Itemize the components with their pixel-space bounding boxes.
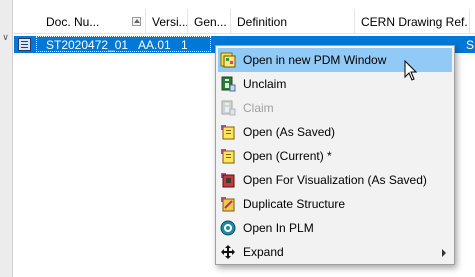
column-header-generation[interactable]: Gen... — [188, 9, 231, 33]
pdm-window-icon — [220, 52, 236, 68]
chevron-down-icon[interactable]: ∨ — [0, 31, 11, 45]
column-header-version[interactable]: Versi... — [146, 9, 188, 33]
plm-icon — [220, 220, 236, 236]
menu-item-open-in-plm[interactable]: Open In PLM — [218, 216, 452, 240]
menu-item-expand[interactable]: Expand — [218, 240, 452, 264]
menu-item-open-for-visualization[interactable]: Open For Visualization (As Saved) — [218, 168, 452, 192]
open-visualization-icon — [221, 173, 235, 188]
cell-extra: S — [466, 38, 475, 52]
column-header-definition[interactable]: Definition — [231, 9, 355, 33]
menu-item-duplicate-structure[interactable]: Duplicate Structure — [218, 192, 452, 216]
menu-item-label: Open For Visualization (As Saved) — [243, 173, 427, 187]
menu-item-claim[interactable]: Claim — [218, 96, 452, 120]
cell-doc-number: ST2020472_01 — [46, 38, 129, 52]
column-header-label: Doc. Nu... — [46, 15, 100, 29]
column-header-label: Gen... — [194, 15, 227, 29]
menu-item-label: Open in new PDM Window — [243, 53, 387, 67]
column-header-label: Versi... — [152, 15, 188, 29]
table-header: Doc. Nu... Versi... Gen... Definition CE… — [14, 9, 475, 34]
menu-item-label: Open (Current) * — [243, 149, 332, 163]
unclaim-icon — [221, 76, 236, 92]
open-as-saved-icon — [221, 125, 235, 140]
open-current-icon — [221, 149, 235, 164]
duplicate-structure-icon — [221, 197, 235, 212]
menu-item-open-as-saved[interactable]: Open (As Saved) — [218, 120, 452, 144]
claim-icon — [221, 100, 236, 116]
column-header-cern-drawing-ref[interactable]: CERN Drawing Ref. — [355, 9, 470, 33]
document-icon — [18, 38, 31, 51]
column-header-s[interactable]: S — [470, 9, 475, 33]
menu-item-label: Claim — [243, 101, 274, 115]
mouse-cursor-icon — [404, 60, 418, 81]
menu-item-label: Open In PLM — [243, 221, 314, 235]
menu-item-label: Unclaim — [243, 77, 287, 91]
expand-icon — [221, 245, 235, 259]
sort-icon[interactable] — [132, 17, 141, 26]
menu-item-label: Expand — [243, 245, 284, 259]
column-header-doc-number[interactable]: Doc. Nu... — [40, 9, 146, 33]
column-header-label: Definition — [237, 15, 288, 29]
column-header-label: CERN Drawing Ref. — [361, 15, 468, 29]
menu-item-label: Open (As Saved) — [243, 125, 336, 139]
menu-item-open-current[interactable]: Open (Current) * — [218, 144, 452, 168]
submenu-arrow-icon — [442, 249, 446, 257]
cell-version: AA.01 — [138, 38, 171, 52]
cell-generation: 1 — [181, 38, 188, 52]
menu-item-label: Duplicate Structure — [243, 197, 346, 211]
